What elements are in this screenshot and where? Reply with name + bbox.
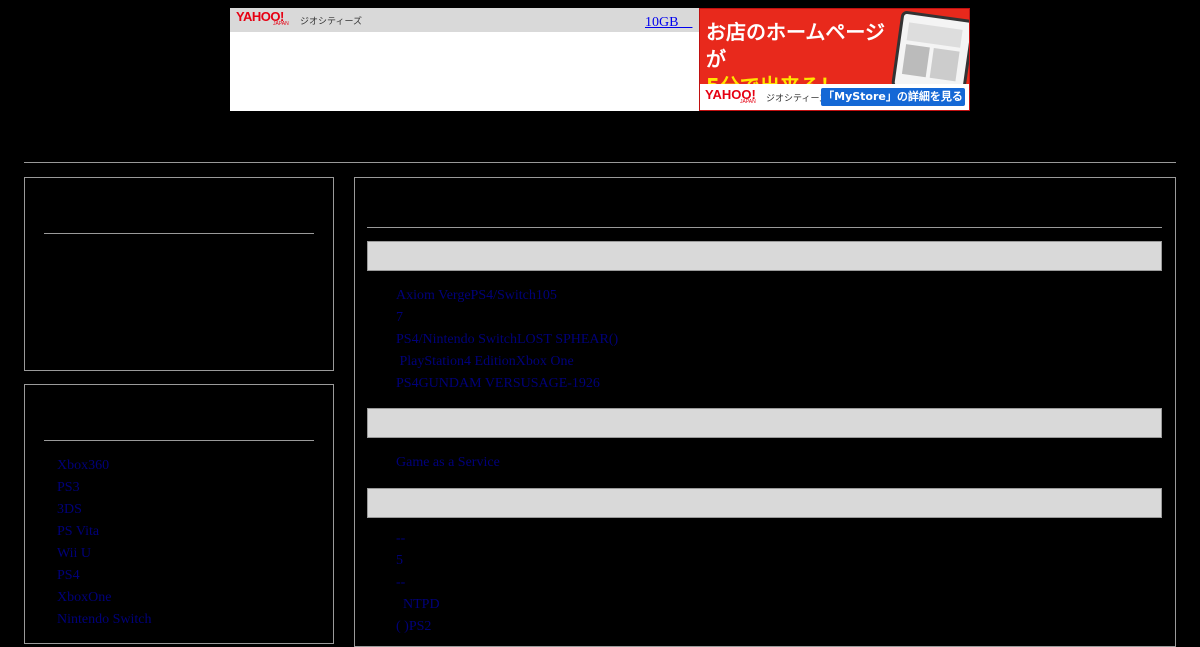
promo-footer: YAHOO! JAPAN ジオシティーズ 「MyStore」の詳細を見る	[700, 84, 969, 110]
article-link[interactable]: Game as a Service	[396, 452, 500, 474]
sidebar-panel-divider	[44, 440, 314, 441]
news-link[interactable]: Axiom VergePS4/Switch105	[396, 285, 618, 307]
topic-list: -- 5 -- NTPD ( )PS2	[396, 528, 440, 638]
category-link-nintendo-switch[interactable]: Nintendo Switch	[57, 609, 152, 631]
main-title-divider	[367, 227, 1162, 228]
category-link-xbox360[interactable]: Xbox360	[57, 455, 152, 477]
sidebar-panel-top	[24, 177, 334, 371]
article-list: Game as a Service	[396, 452, 500, 474]
geocities-label-small: ジオシティーズ	[766, 94, 829, 104]
news-list: Axiom VergePS4/Switch105 7 PS4/Nintendo …	[396, 285, 618, 395]
section-header	[367, 241, 1162, 271]
news-link[interactable]: PS4/Nintendo SwitchLOST SPHEAR()	[396, 329, 618, 351]
geocities-label: ジオシティーズ	[300, 17, 363, 27]
topic-link[interactable]: ( )PS2	[396, 616, 440, 638]
section-header	[367, 488, 1162, 518]
sidebar-panel-categories: Xbox360 PS3 3DS PS Vita Wii U PS4 XboxOn…	[24, 384, 334, 644]
mystore-details-button[interactable]: 「MyStore」の詳細を見る	[821, 88, 965, 106]
category-link-wii-u[interactable]: Wii U	[57, 543, 152, 565]
yahoo-logo-small-sub: JAPAN	[740, 99, 756, 105]
category-link-xboxone[interactable]: XboxOne	[57, 587, 152, 609]
category-link-ps3[interactable]: PS3	[57, 477, 152, 499]
topic-link[interactable]: 5	[396, 550, 440, 572]
yahoo-logo-sub: JAPAN	[273, 21, 289, 27]
news-link[interactable]: 7	[396, 307, 618, 329]
category-link-3ds[interactable]: 3DS	[57, 499, 152, 521]
storage-link[interactable]: 10GB	[645, 11, 692, 31]
news-link[interactable]: PlayStation4 EditionXbox One	[396, 351, 618, 373]
ad-banner[interactable]: YAHOO! JAPAN ジオシティーズ 10GB お店のホームページが 5分で…	[230, 8, 970, 111]
promo-ad[interactable]: お店のホームページが 5分で出来る！ YAHOO! JAPAN ジオシティーズ …	[699, 8, 970, 111]
sidebar-panel-divider	[44, 233, 314, 234]
main-content: Axiom VergePS4/Switch105 7 PS4/Nintendo …	[354, 177, 1176, 647]
section-header	[367, 408, 1162, 438]
topic-link[interactable]: --	[396, 572, 440, 594]
promo-headline-line1: お店のホームページが	[706, 20, 885, 71]
header-divider	[24, 162, 1176, 163]
news-link[interactable]: PS4GUNDAM VERSUSAGE-1926	[396, 373, 618, 395]
topic-link[interactable]: NTPD	[396, 594, 440, 616]
category-list: Xbox360 PS3 3DS PS Vita Wii U PS4 XboxOn…	[57, 455, 152, 631]
category-link-ps4[interactable]: PS4	[57, 565, 152, 587]
topic-link[interactable]: --	[396, 528, 440, 550]
ad-header-bar: YAHOO! JAPAN ジオシティーズ 10GB	[230, 8, 699, 32]
category-link-ps-vita[interactable]: PS Vita	[57, 521, 152, 543]
